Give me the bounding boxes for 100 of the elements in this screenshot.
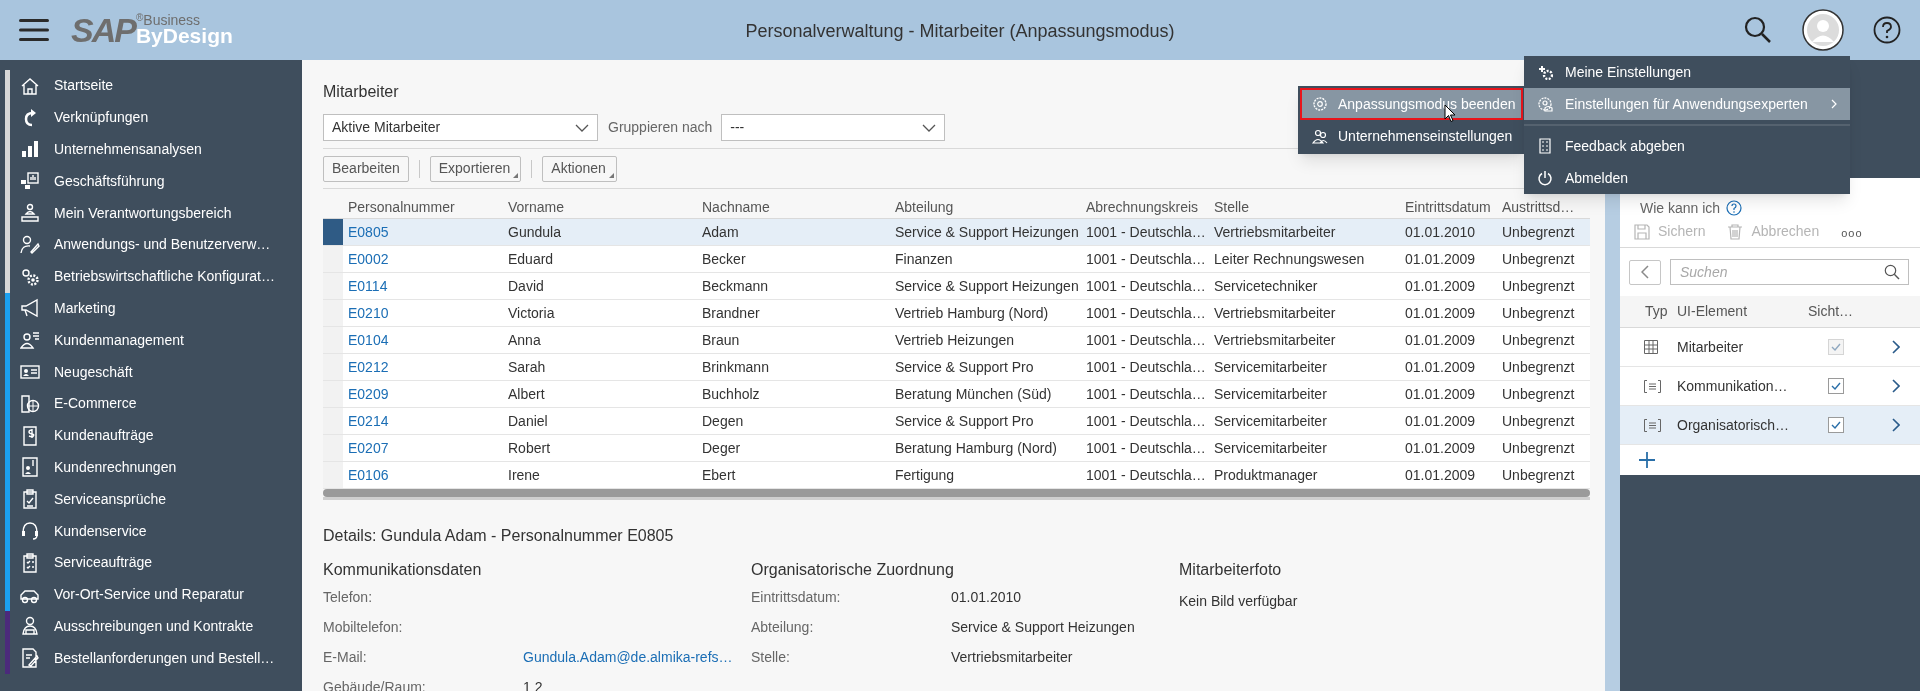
sidebar-link[interactable]: Unternehmensanalysen — [54, 139, 202, 160]
employee-link[interactable]: E0212 — [343, 356, 503, 378]
sidebar-link[interactable]: Kundenrechnungen — [54, 456, 177, 478]
table-row[interactable]: E0104 Anna Braun Vertrieb Heizungen 1001 - Deutschla… Vertriebsmitarbeiter 01.01.2009 Unbegrenzt — [323, 327, 1590, 354]
sidebar-link[interactable]: Ausschreibungen und Kontrakte — [54, 615, 254, 637]
list-row[interactable]: Organisatorisch… — [1620, 406, 1920, 445]
employee-link[interactable]: E0209 — [343, 383, 503, 405]
add-icon[interactable] — [1639, 452, 1655, 468]
toolbar-button[interactable]: Aktionen — [542, 155, 617, 182]
table-cell-text: 1001 - Deutschla… — [1085, 222, 1207, 242]
menu-item[interactable]: Abmelden — [1524, 162, 1850, 194]
sidebar-link[interactable]: Serviceansprüche — [54, 488, 167, 510]
menu-item[interactable]: Feedback abgeben — [1524, 130, 1850, 162]
document-icon — [1537, 138, 1553, 154]
gear-user-icon — [1537, 96, 1553, 112]
employee-link[interactable]: E0002 — [343, 248, 503, 270]
column-header[interactable]: Eintrittsdatum — [1400, 197, 1497, 218]
column-header[interactable]: Nachname — [697, 197, 890, 218]
sidebar-link[interactable]: Neugeschäft — [54, 361, 133, 383]
table-cell-text: Vertriebsmitarbeiter — [1213, 330, 1337, 350]
search-field[interactable]: Suchen — [1670, 259, 1909, 285]
row-selector[interactable] — [323, 300, 343, 326]
more-button[interactable]: ooo — [1841, 225, 1863, 242]
email-link[interactable]: Gundula.Adam@de.almika-refs… — [523, 646, 733, 668]
table-cell-text: 01.01.2009 — [1404, 276, 1477, 296]
table-cell-text: Servicetechniker — [1213, 276, 1319, 296]
table-row[interactable]: E0212 Sarah Brinkmann Service & Support Pro 1001 - Deutschla… Servicemitarbeiter 01.01.2009 Unbegrenzt — [323, 354, 1590, 381]
column-header[interactable]: Personalnummer — [343, 197, 503, 218]
group-by-dropdown[interactable]: --- — [721, 114, 946, 141]
avatar-icon[interactable] — [1802, 9, 1844, 51]
search-icon[interactable] — [1744, 16, 1772, 44]
horizontal-scrollbar[interactable] — [323, 489, 1590, 497]
table-cell-text: Service & Support Pro — [894, 411, 1035, 431]
megaphone-icon — [20, 298, 40, 319]
column-header[interactable]: Vorname — [503, 197, 697, 218]
row-selector[interactable] — [323, 408, 343, 434]
sidebar-link[interactable]: Mein Verantwortungsbereich — [54, 202, 232, 224]
row-selector[interactable] — [323, 219, 343, 245]
table-cell-text: Irene — [507, 465, 541, 485]
row-selector[interactable] — [323, 462, 343, 488]
employee-link[interactable]: E0805 — [343, 221, 503, 243]
table-row[interactable]: E0002 Eduard Becker Finanzen 1001 - Deutschla… Leiter Rechnungswesen 01.01.2009 Unbegrenzt — [323, 246, 1590, 273]
toolbar-button[interactable]: Exportieren — [429, 155, 522, 182]
toolbar-button[interactable]: Bearbeiten — [323, 155, 409, 182]
column-header[interactable]: Abteilung — [890, 197, 1081, 218]
sidebar-link[interactable]: Marketing — [54, 297, 116, 319]
user-pen-icon — [20, 234, 40, 255]
employee-link[interactable]: E0207 — [343, 437, 503, 459]
chevron-down-icon — [922, 123, 937, 132]
table-row[interactable]: E0209 Albert Buchholz Beratung München (Süd) 1001 - Deutschla… Servicemitarbeiter 01.01.2009 Unbegrenzt — [323, 381, 1590, 408]
employee-link[interactable]: E0104 — [343, 329, 503, 351]
back-button[interactable] — [1629, 259, 1661, 285]
visibility-checkbox[interactable] — [1828, 378, 1844, 394]
table-row[interactable]: E0106 Irene Ebert Fertigung 1001 - Deutschla… Produktmanager 01.01.2009 Unbegrenzt — [323, 462, 1590, 489]
sidebar-link[interactable]: Serviceaufträge — [54, 552, 153, 574]
column-header[interactable]: Austrittsd… — [1497, 197, 1590, 218]
row-selector[interactable] — [323, 327, 343, 353]
employee-link[interactable]: E0106 — [343, 464, 503, 486]
row-selector[interactable] — [323, 381, 343, 407]
menu-item[interactable]: Meine Einstellungen — [1524, 56, 1850, 88]
field-label: Gruppieren nach — [608, 118, 713, 137]
menu-item[interactable]: Unternehmenseinstellungen — [1300, 120, 1523, 152]
row-selector[interactable] — [323, 246, 343, 272]
sidebar-link[interactable]: Startseite — [54, 75, 114, 97]
table-cell-text: Vertriebsmitarbeiter — [1213, 222, 1337, 242]
row-selector[interactable] — [323, 435, 343, 461]
employee-link[interactable]: E0114 — [343, 275, 503, 297]
column-header[interactable]: Abrechnungskreis — [1081, 197, 1209, 218]
sidebar-link[interactable]: Betriebswirtschaftliche Konfigurat… — [54, 266, 275, 288]
sidebar-link[interactable]: Anwendungs- und Benutzerverw… — [54, 234, 271, 256]
help-text: Wie kann ich — [1640, 198, 1721, 218]
help-icon[interactable] — [1873, 16, 1901, 44]
sidebar-link[interactable]: Kundenmanagement — [54, 329, 184, 351]
visibility-checkbox[interactable] — [1828, 417, 1844, 433]
row-selector[interactable] — [323, 354, 343, 380]
row-selector[interactable] — [323, 273, 343, 299]
table-row[interactable]: E0210 Victoria Brandner Vertrieb Hamburg (Nord) 1001 - Deutschla… Vertriebsmitarbeiter 01.01.2009 Unbegrenzt — [323, 300, 1590, 327]
table-row[interactable]: E0207 Robert Deger Beratung Hamburg (Nord) 1001 - Deutschla… Servicemitarbeiter 01.01.2009 Unbegrenzt — [323, 435, 1590, 462]
table-row[interactable]: E0114 David Beckmann Service & Support Heizungen 1001 - Deutschla… Servicetechniker 01.01.2009 Unbegrenzt — [323, 273, 1590, 300]
column-header[interactable]: Stelle — [1209, 197, 1400, 218]
chevron-right-icon — [1892, 418, 1900, 432]
user-list-icon — [20, 330, 40, 351]
sidebar-link[interactable]: Geschäftsführung — [54, 170, 165, 192]
people-icon — [20, 203, 40, 224]
employee-link[interactable]: E0210 — [343, 302, 503, 324]
table-cell-text: Service & Support Heizungen — [894, 276, 1080, 296]
sidebar-link[interactable]: Bestellanforderungen und Bestell… — [54, 647, 275, 669]
sidebar-link[interactable]: E-Commerce — [54, 393, 137, 415]
table-cell-text: Anna — [507, 330, 542, 350]
sidebar-link[interactable]: Kundenaufträge — [54, 425, 154, 447]
employee-link[interactable]: E0214 — [343, 410, 503, 432]
sidebar-link[interactable]: Verknüpfungen — [54, 107, 149, 129]
help-icon[interactable] — [1726, 200, 1743, 216]
table-row[interactable]: E0805 Gundula Adam Service & Support Heizungen 1001 - Deutschla… Vertriebsmitarbeiter 01.01.2010 Unbegrenzt — [323, 219, 1590, 246]
sidebar-link[interactable]: Kundenservice — [54, 520, 147, 542]
search-icon[interactable] — [1884, 264, 1900, 280]
menu-icon[interactable] — [19, 19, 49, 41]
table-row[interactable]: E0214 Daniel Degen Service & Support Pro 1001 - Deutschla… Servicemitarbeiter 01.01.2009 Unbegrenzt — [323, 408, 1590, 435]
view-dropdown[interactable]: Aktive Mitarbeiter — [323, 114, 598, 141]
sidebar-link[interactable]: Vor-Ort-Service und Reparatur — [54, 584, 244, 606]
